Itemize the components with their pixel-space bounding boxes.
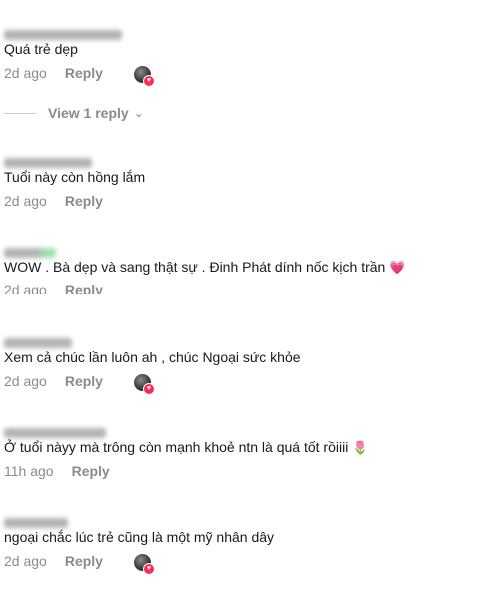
comment-item: Ở tuổi nàyy mà trông còn mạnh khoẻ ntn l…	[0, 428, 477, 488]
comment-time: 2d ago	[4, 65, 47, 81]
comment-text-body: Ở tuổi nàyy mà trông còn mạnh khoẻ ntn l…	[4, 439, 349, 455]
comment-text: Ở tuổi nàyy mà trông còn mạnh khoẻ ntn l…	[4, 438, 368, 457]
reply-button[interactable]: Reply	[65, 65, 103, 81]
reply-button[interactable]: Reply	[65, 553, 103, 569]
username-blurred[interactable]	[4, 428, 106, 438]
comment-meta: 2d ago Reply	[4, 552, 103, 570]
creator-liked-badge: ♥	[134, 554, 155, 575]
comment-item: ngoại chắc lúc trẻ cũng là một mỹ nhân d…	[0, 518, 477, 578]
username-blurred[interactable]	[4, 338, 72, 348]
comment-item: Quá trẻ dẹp 2d ago Reply ♥	[0, 30, 477, 90]
heart-icon: ♥	[143, 563, 155, 575]
comment-text: Xem cả chúc lần luôn ah , chúc Ngoại sức…	[4, 349, 301, 365]
comment-meta: 11h ago Reply	[4, 462, 110, 480]
view-replies-button[interactable]: View 1 reply ⌄	[4, 104, 144, 122]
comment-item: WOW . Bà dẹp và sang thật sự . Đinh Phát…	[0, 248, 477, 308]
view-replies-label: View 1 reply	[48, 105, 129, 121]
chevron-down-icon: ⌄	[133, 106, 144, 120]
comment-text-body: WOW . Bà dẹp và sang thật sự . Đinh Phát…	[4, 259, 386, 275]
reply-button[interactable]: Reply	[65, 373, 103, 389]
reply-button[interactable]: Reply	[65, 282, 103, 294]
creator-liked-badge: ♥	[134, 374, 155, 395]
comment-meta: 2d ago Reply	[4, 282, 103, 294]
comment-meta: 2d ago Reply	[4, 64, 103, 82]
comment-text: Tuổi này còn hồng lắm	[4, 169, 146, 185]
comment-time: 11h ago	[4, 463, 54, 479]
heart-icon: ♥	[143, 75, 155, 87]
heart-icon: ♥	[143, 383, 155, 395]
comment-item: Xem cả chúc lần luôn ah , chúc Ngoại sức…	[0, 338, 477, 398]
pink-heart-emoji: 💗	[389, 260, 406, 275]
creator-liked-badge: ♥	[134, 66, 155, 87]
username-blurred[interactable]	[4, 248, 56, 258]
comment-item: Tuổi này còn hồng lắm 2d ago Reply	[0, 158, 477, 218]
comment-time: 2d ago	[4, 553, 47, 569]
reply-button[interactable]: Reply	[65, 193, 103, 209]
divider-line	[4, 112, 36, 114]
comment-meta: 2d ago Reply	[4, 372, 103, 390]
comment-meta: 2d ago Reply	[4, 192, 103, 210]
comment-text: WOW . Bà dẹp và sang thật sự . Đinh Phát…	[4, 258, 405, 277]
username-blurred[interactable]	[4, 518, 68, 528]
comment-text: Quá trẻ dẹp	[4, 41, 78, 57]
comment-time: 2d ago	[4, 193, 47, 209]
tulip-emoji: 🌷	[352, 440, 369, 455]
comment-text: ngoại chắc lúc trẻ cũng là một mỹ nhân d…	[4, 529, 275, 545]
reply-button[interactable]: Reply	[72, 463, 110, 479]
comment-time: 2d ago	[4, 373, 47, 389]
username-blurred[interactable]	[4, 30, 122, 40]
comment-time: 2d ago	[4, 282, 47, 294]
username-blurred[interactable]	[4, 158, 92, 168]
